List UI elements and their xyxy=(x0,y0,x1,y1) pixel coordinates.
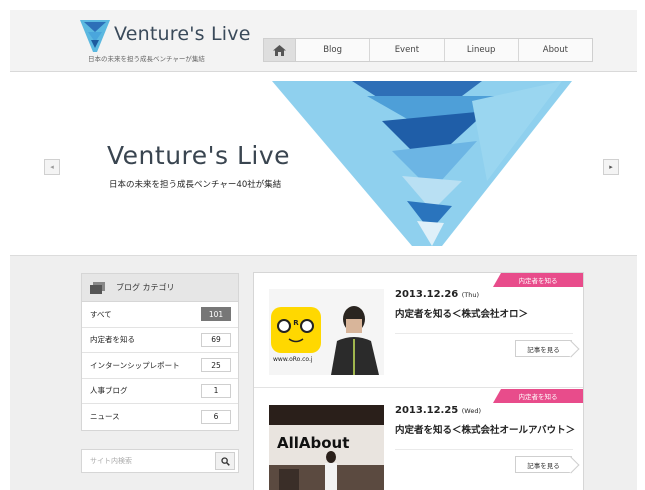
thumb-caption: AllAbout xyxy=(277,434,349,452)
nav-about[interactable]: About xyxy=(519,39,592,61)
post-thumbnail[interactable]: R www.oRo.co.j xyxy=(269,289,384,375)
post-title[interactable]: 内定者を知る＜株式会社オロ＞ xyxy=(395,306,528,320)
category-count: 101 xyxy=(201,307,231,322)
category-item-hr-blog[interactable]: 人事ブログ 1 xyxy=(82,379,238,404)
post-item: 内定者を知る R www.oRo.co.j 2013.12.26 (Thu) 内… xyxy=(254,273,583,388)
read-more-button[interactable]: 記事を見る xyxy=(515,456,572,473)
category-panel: ブログ カテゴリ すべて 101 内定者を知る 69 インターンシップレポート … xyxy=(81,273,239,431)
post-date: 2013.12.26 (Thu) xyxy=(395,289,479,300)
category-label: 人事ブログ xyxy=(90,386,128,396)
category-item-internship[interactable]: インターンシップレポート 25 xyxy=(82,353,238,379)
post-photo: AllAbout xyxy=(269,405,384,490)
category-count: 6 xyxy=(201,409,231,424)
main-nav: Blog Event Lineup About xyxy=(263,38,593,62)
post-date: 2013.12.25 (Wed) xyxy=(395,405,481,416)
category-count: 69 xyxy=(201,332,231,347)
post-date-value: 2013.12.26 xyxy=(395,289,459,300)
post-day-of-week: (Thu) xyxy=(461,291,480,299)
category-label: すべて xyxy=(90,309,112,319)
thumb-caption: www.oRo.co.j xyxy=(273,356,313,363)
hero-prev-button[interactable]: ◂ xyxy=(44,159,60,175)
post-list: 内定者を知る R www.oRo.co.j 2013.12.26 (Thu) 内… xyxy=(253,272,584,490)
nav-home[interactable] xyxy=(264,39,296,61)
search-button[interactable] xyxy=(215,452,235,470)
category-item-news[interactable]: ニュース 6 xyxy=(82,404,238,430)
post-divider xyxy=(395,449,573,450)
nav-blog[interactable]: Blog xyxy=(296,39,371,61)
site-logo[interactable]: Venture's Live 日本の未来を担う成長ベンチャーが集結 xyxy=(80,16,260,66)
nav-event[interactable]: Event xyxy=(370,39,445,61)
hero-subtitle: 日本の未来を担う成長ベンチャー40社が集結 xyxy=(109,180,282,190)
site-search xyxy=(81,449,239,473)
chevron-left-icon: ◂ xyxy=(50,163,54,171)
logo-subtitle: 日本の未来を担う成長ベンチャーが集結 xyxy=(88,55,205,63)
hero-banner: Venture's Live 日本の未来を担う成長ベンチャー40社が集結 ◂ ▸ xyxy=(10,73,637,253)
search-icon xyxy=(220,456,230,466)
search-input[interactable] xyxy=(82,450,215,472)
read-more-button[interactable]: 記事を見る xyxy=(515,340,572,357)
logo-v-icon xyxy=(80,20,110,52)
post-thumbnail[interactable]: AllAbout xyxy=(269,405,384,490)
category-badge[interactable]: 内定者を知る xyxy=(493,389,583,403)
post-title[interactable]: 内定者を知る＜株式会社オールアバウト＞ xyxy=(395,422,575,436)
post-divider xyxy=(395,333,573,334)
hero-title: Venture's Live xyxy=(107,141,291,170)
post-photo: R www.oRo.co.j xyxy=(269,289,384,375)
hero-next-button[interactable]: ▸ xyxy=(603,159,619,175)
category-badge[interactable]: 内定者を知る xyxy=(493,273,583,287)
content-area: ブログ カテゴリ すべて 101 内定者を知る 69 インターンシップレポート … xyxy=(10,255,637,490)
category-item-all[interactable]: すべて 101 xyxy=(82,302,238,328)
post-day-of-week: (Wed) xyxy=(461,407,481,415)
folder-icon xyxy=(90,281,105,294)
post-date-value: 2013.12.25 xyxy=(395,405,459,416)
site-header: Venture's Live 日本の未来を担う成長ベンチャーが集結 Blog E… xyxy=(10,10,637,72)
home-icon xyxy=(273,44,286,56)
category-title: ブログ カテゴリ xyxy=(116,283,175,292)
logo-title: Venture's Live xyxy=(114,23,251,45)
post-item: 内定者を知る AllAbout 2013.12.25 (Wed) 内定者を知る＜… xyxy=(254,389,583,490)
category-count: 25 xyxy=(201,358,231,373)
hero-v-graphic xyxy=(272,81,572,246)
category-label: 内定者を知る xyxy=(90,335,135,345)
category-item-naiteisha[interactable]: 内定者を知る 69 xyxy=(82,328,238,353)
category-count: 1 xyxy=(201,383,231,398)
category-label: インターンシップレポート xyxy=(90,360,180,370)
category-header: ブログ カテゴリ xyxy=(82,274,238,302)
svg-text:R: R xyxy=(293,319,299,327)
nav-lineup[interactable]: Lineup xyxy=(445,39,519,61)
category-label: ニュース xyxy=(90,412,120,422)
chevron-right-icon: ▸ xyxy=(609,163,613,171)
